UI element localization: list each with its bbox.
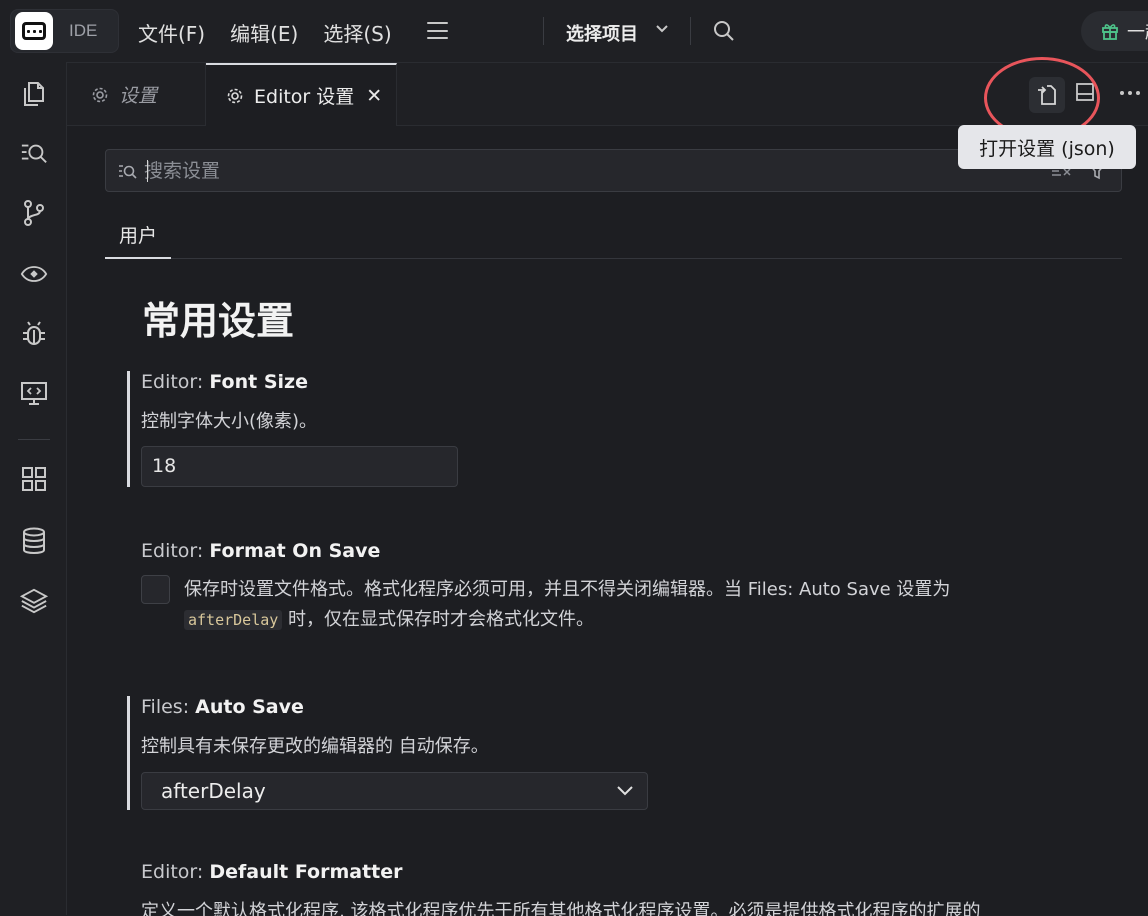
menu-edit[interactable]: 编辑(E) (230, 18, 298, 47)
layers-icon[interactable] (20, 587, 48, 615)
search-icon[interactable] (713, 20, 735, 42)
menu-file[interactable]: 文件(F) (138, 18, 205, 47)
title-bar: IDE 文件(F) 编辑(E) 选择(S) 选择项目 一起 (0, 0, 1148, 62)
explorer-icon[interactable] (20, 80, 48, 108)
more-actions-icon[interactable] (1118, 81, 1142, 103)
font-size-input[interactable]: 18 (141, 446, 458, 487)
format-on-save-checkbox[interactable] (141, 575, 170, 604)
setting-font-size: Editor: Font Size 控制字体大小(像素)。 18 (127, 371, 627, 491)
settings-editor: 设置 Editor 设置 ✕ 打开设置 (json) 用户 常用设置 Edito… (66, 57, 1148, 916)
tab-user-scope[interactable]: 用户 (105, 221, 171, 259)
setting-description: 控制具有未保存更改的编辑器的 自动保存。 (141, 736, 489, 757)
divider (690, 17, 691, 45)
inline-code: afterDelay (184, 610, 283, 630)
chevron-down-icon[interactable] (655, 24, 669, 34)
chevron-down-icon (617, 786, 633, 796)
tab-label: 设置 (119, 85, 158, 107)
modified-indicator (127, 696, 130, 810)
hamburger-menu-icon[interactable] (427, 22, 448, 39)
search-list-icon[interactable] (20, 139, 48, 167)
gift-button[interactable]: 一起 (1081, 11, 1148, 51)
debug-bug-icon[interactable] (20, 320, 48, 348)
setting-label: Files: Auto Save (141, 696, 304, 718)
close-tab-icon[interactable]: ✕ (366, 85, 382, 107)
activity-bar (0, 62, 66, 915)
search-list-icon (119, 164, 137, 179)
setting-label: Editor: Default Formatter (141, 861, 403, 883)
gift-icon (1102, 24, 1118, 40)
setting-label: Editor: Format On Save (141, 540, 381, 562)
ide-logo-button[interactable]: IDE (10, 9, 119, 53)
tab-editor-settings[interactable]: Editor 设置 ✕ (206, 63, 397, 126)
remote-monitor-icon[interactable] (20, 380, 48, 408)
setting-label: Editor: Font Size (141, 371, 308, 393)
tab-bar: 设置 Editor 设置 ✕ (67, 57, 1148, 139)
tab-settings[interactable]: 设置 (67, 63, 206, 126)
activity-separator (18, 439, 50, 440)
auto-save-select[interactable]: afterDelay (141, 772, 648, 810)
menu-select[interactable]: 选择(S) (323, 18, 391, 47)
logo-text: IDE (69, 21, 98, 40)
gear-icon (227, 88, 243, 103)
project-selector[interactable]: 选择项目 (566, 20, 638, 46)
ide-logo-icon (15, 12, 53, 50)
setting-auto-save: Files: Auto Save 控制具有未保存更改的编辑器的 自动保存。 af… (127, 696, 687, 816)
setting-description: 保存时设置文件格式。格式化程序必须可用，并且不得关闭编辑器。当 Files: A… (184, 579, 951, 630)
setting-format-on-save: Editor: Format On Save 保存时设置文件格式。格式化程序必须… (127, 540, 1087, 640)
menu-bar: 文件(F) 编辑(E) 选择(S) (138, 18, 392, 47)
text-caret (147, 160, 148, 182)
tooltip: 打开设置 (json) (958, 125, 1136, 169)
preview-eye-icon[interactable] (20, 260, 48, 288)
source-control-icon[interactable] (20, 199, 48, 227)
section-title: 常用设置 (142, 299, 295, 343)
modified-indicator (127, 371, 130, 487)
gift-pill-text: 一起 (1127, 22, 1148, 43)
scope-tabs: 用户 (105, 221, 1122, 259)
setting-default-formatter: Editor: Default Formatter 定义一个默认格式化程序, 该… (127, 861, 1127, 916)
setting-description: 控制字体大小(像素)。 (141, 411, 318, 432)
divider (543, 17, 544, 45)
gear-icon (92, 87, 108, 102)
tab-label: Editor 设置 (254, 86, 355, 108)
database-icon[interactable] (20, 527, 48, 555)
auto-save-selected-value: afterDelay (161, 779, 266, 803)
setting-description: 定义一个默认格式化程序, 该格式化程序优先于所有其他格式化程序设置。必须是提供格… (141, 901, 981, 916)
extensions-grid-icon[interactable] (20, 465, 48, 493)
